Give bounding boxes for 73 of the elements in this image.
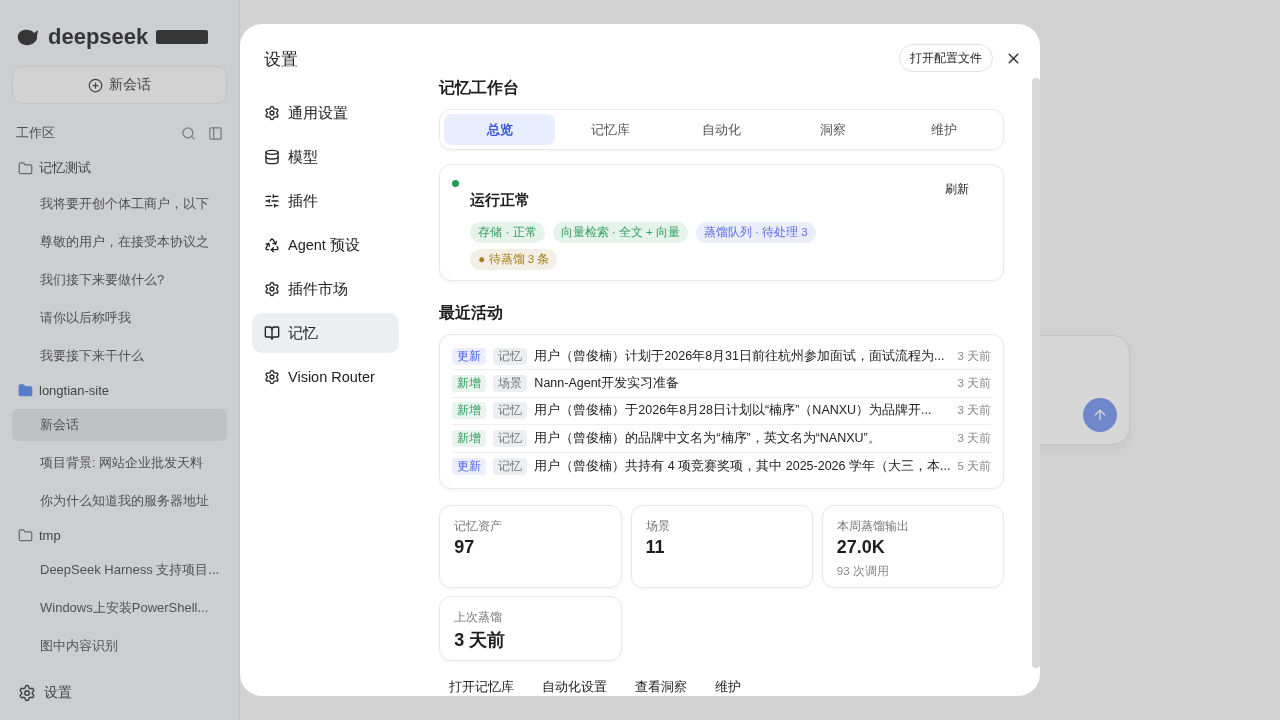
activity-time: 3 天前 xyxy=(957,430,991,446)
type-tag: 记忆 xyxy=(493,457,528,475)
tab[interactable]: 维护 xyxy=(888,114,999,145)
section-heading: 记忆工作台 xyxy=(439,78,521,98)
status-tag: 向量检索 · 全文 + 向量 xyxy=(552,222,688,243)
stat-label: 记忆资产 xyxy=(454,517,504,535)
dialog-title: 设置 xyxy=(263,49,299,71)
tab[interactable]: 洞察 xyxy=(777,114,889,145)
chat-item[interactable]: 图中内容识别 xyxy=(12,630,227,662)
chat-item[interactable]: Windows上安装PowerShell... xyxy=(12,592,227,624)
nav-item[interactable]: 模型 xyxy=(252,137,400,177)
stat-value: 27.0K xyxy=(836,536,886,558)
action-tag: 新增 xyxy=(452,402,487,420)
activity-text[interactable]: 用户（曾俊楠）共持有 4 项竞赛奖项，其中 2025-2026 学年（大三，本... xyxy=(534,457,951,475)
chat-item[interactable]: 我将要开创个体工商户，以下 xyxy=(12,188,227,220)
chat-item[interactable]: 我们接下来要做什么? xyxy=(12,264,227,296)
action-link[interactable]: 自动化设置 xyxy=(542,678,608,696)
section-heading: 最近活动 xyxy=(439,303,505,323)
type-tag: 记忆 xyxy=(493,347,528,365)
activity-time: 3 天前 xyxy=(957,348,991,364)
workspace-label: 工作区 xyxy=(16,124,55,142)
nav-item[interactable]: Agent 预设 xyxy=(252,225,400,265)
folder-name[interactable]: longtian-site xyxy=(39,383,110,398)
action-link[interactable]: 查看洞察 xyxy=(635,678,688,696)
type-tag: 记忆 xyxy=(493,429,528,447)
activity-time: 5 天前 xyxy=(957,458,991,474)
activity-text[interactable]: 用户（曾俊楠）计划于2026年8月31日前往杭州参加面试，面试流程为... xyxy=(534,347,951,365)
status-tag: 存储 · 正常 xyxy=(470,222,545,243)
nav-item[interactable]: 记忆 xyxy=(252,313,400,353)
chat-item[interactable]: 尊敬的用户，在接受本协议之 xyxy=(12,226,227,258)
folder-name[interactable]: tmp xyxy=(39,528,61,543)
activity-time: 3 天前 xyxy=(957,376,991,392)
chat-item[interactable]: 新会话 xyxy=(12,409,227,441)
status-title: 运行正常 xyxy=(470,191,531,210)
stat-label: 场景 xyxy=(645,517,671,535)
activity-text[interactable]: 用户（曾俊楠）的品牌中文名为“楠序”，英文名为“NANXU”。 xyxy=(534,429,951,447)
nav-item[interactable]: 通用设置 xyxy=(252,93,400,133)
action-tag: 更新 xyxy=(452,347,487,365)
status-tag: 蒸馏队列 · 待处理 3 xyxy=(695,222,816,243)
tab[interactable]: 自动化 xyxy=(666,114,778,145)
stat-label: 上次蒸馏 xyxy=(454,608,504,626)
tab[interactable]: 总览 xyxy=(444,114,556,145)
brand-name: deepseek xyxy=(48,24,149,50)
refresh-button[interactable]: 刷新 xyxy=(941,179,973,200)
nav-item[interactable]: 插件市场 xyxy=(252,269,400,309)
stat-value: 3 天前 xyxy=(454,628,507,652)
chat-item[interactable]: 我要接下来干什么 xyxy=(12,340,227,372)
nav-item[interactable]: Vision Router xyxy=(252,357,400,397)
new-chat-button[interactable]: 新会话 xyxy=(12,66,227,104)
activity-text[interactable]: 用户（曾俊楠）于2026年8月28日计划以“楠序”（NANXU）为品牌开... xyxy=(534,402,951,420)
type-tag: 记忆 xyxy=(493,402,528,420)
stat-note: 93 次调用 xyxy=(836,563,890,579)
folder-name[interactable]: 记忆测试 xyxy=(39,159,91,177)
stat-label: 本周蒸馏输出 xyxy=(836,517,910,535)
chat-item[interactable]: 请你以后称呼我 xyxy=(12,302,227,334)
activity-text[interactable]: Nann-Agent开发实习准备 xyxy=(534,375,951,393)
status-tag: ● 待蒸馏 3 条 xyxy=(470,249,558,270)
settings-label[interactable]: 设置 xyxy=(44,684,72,702)
chat-item[interactable]: DeepSeek Harness 支持项目... xyxy=(12,554,227,586)
nav-item[interactable]: 插件 xyxy=(252,181,400,221)
tab[interactable]: 记忆库 xyxy=(555,114,667,145)
stat-value: 11 xyxy=(645,536,666,558)
open-config-button[interactable]: 打开配置文件 xyxy=(899,44,993,72)
type-tag: 场景 xyxy=(493,375,528,393)
stat-value: 97 xyxy=(454,536,476,558)
action-tag: 新增 xyxy=(452,429,487,447)
activity-time: 3 天前 xyxy=(957,403,991,419)
action-tag: 新增 xyxy=(452,375,487,393)
action-link[interactable]: 维护 xyxy=(715,678,742,696)
chat-item[interactable]: 你为什么知道我的服务器地址 xyxy=(12,485,227,517)
chat-item[interactable]: 项目背景: 网站企业批发天料 xyxy=(12,447,227,479)
action-link[interactable]: 打开记忆库 xyxy=(449,678,515,696)
action-tag: 更新 xyxy=(452,457,487,475)
